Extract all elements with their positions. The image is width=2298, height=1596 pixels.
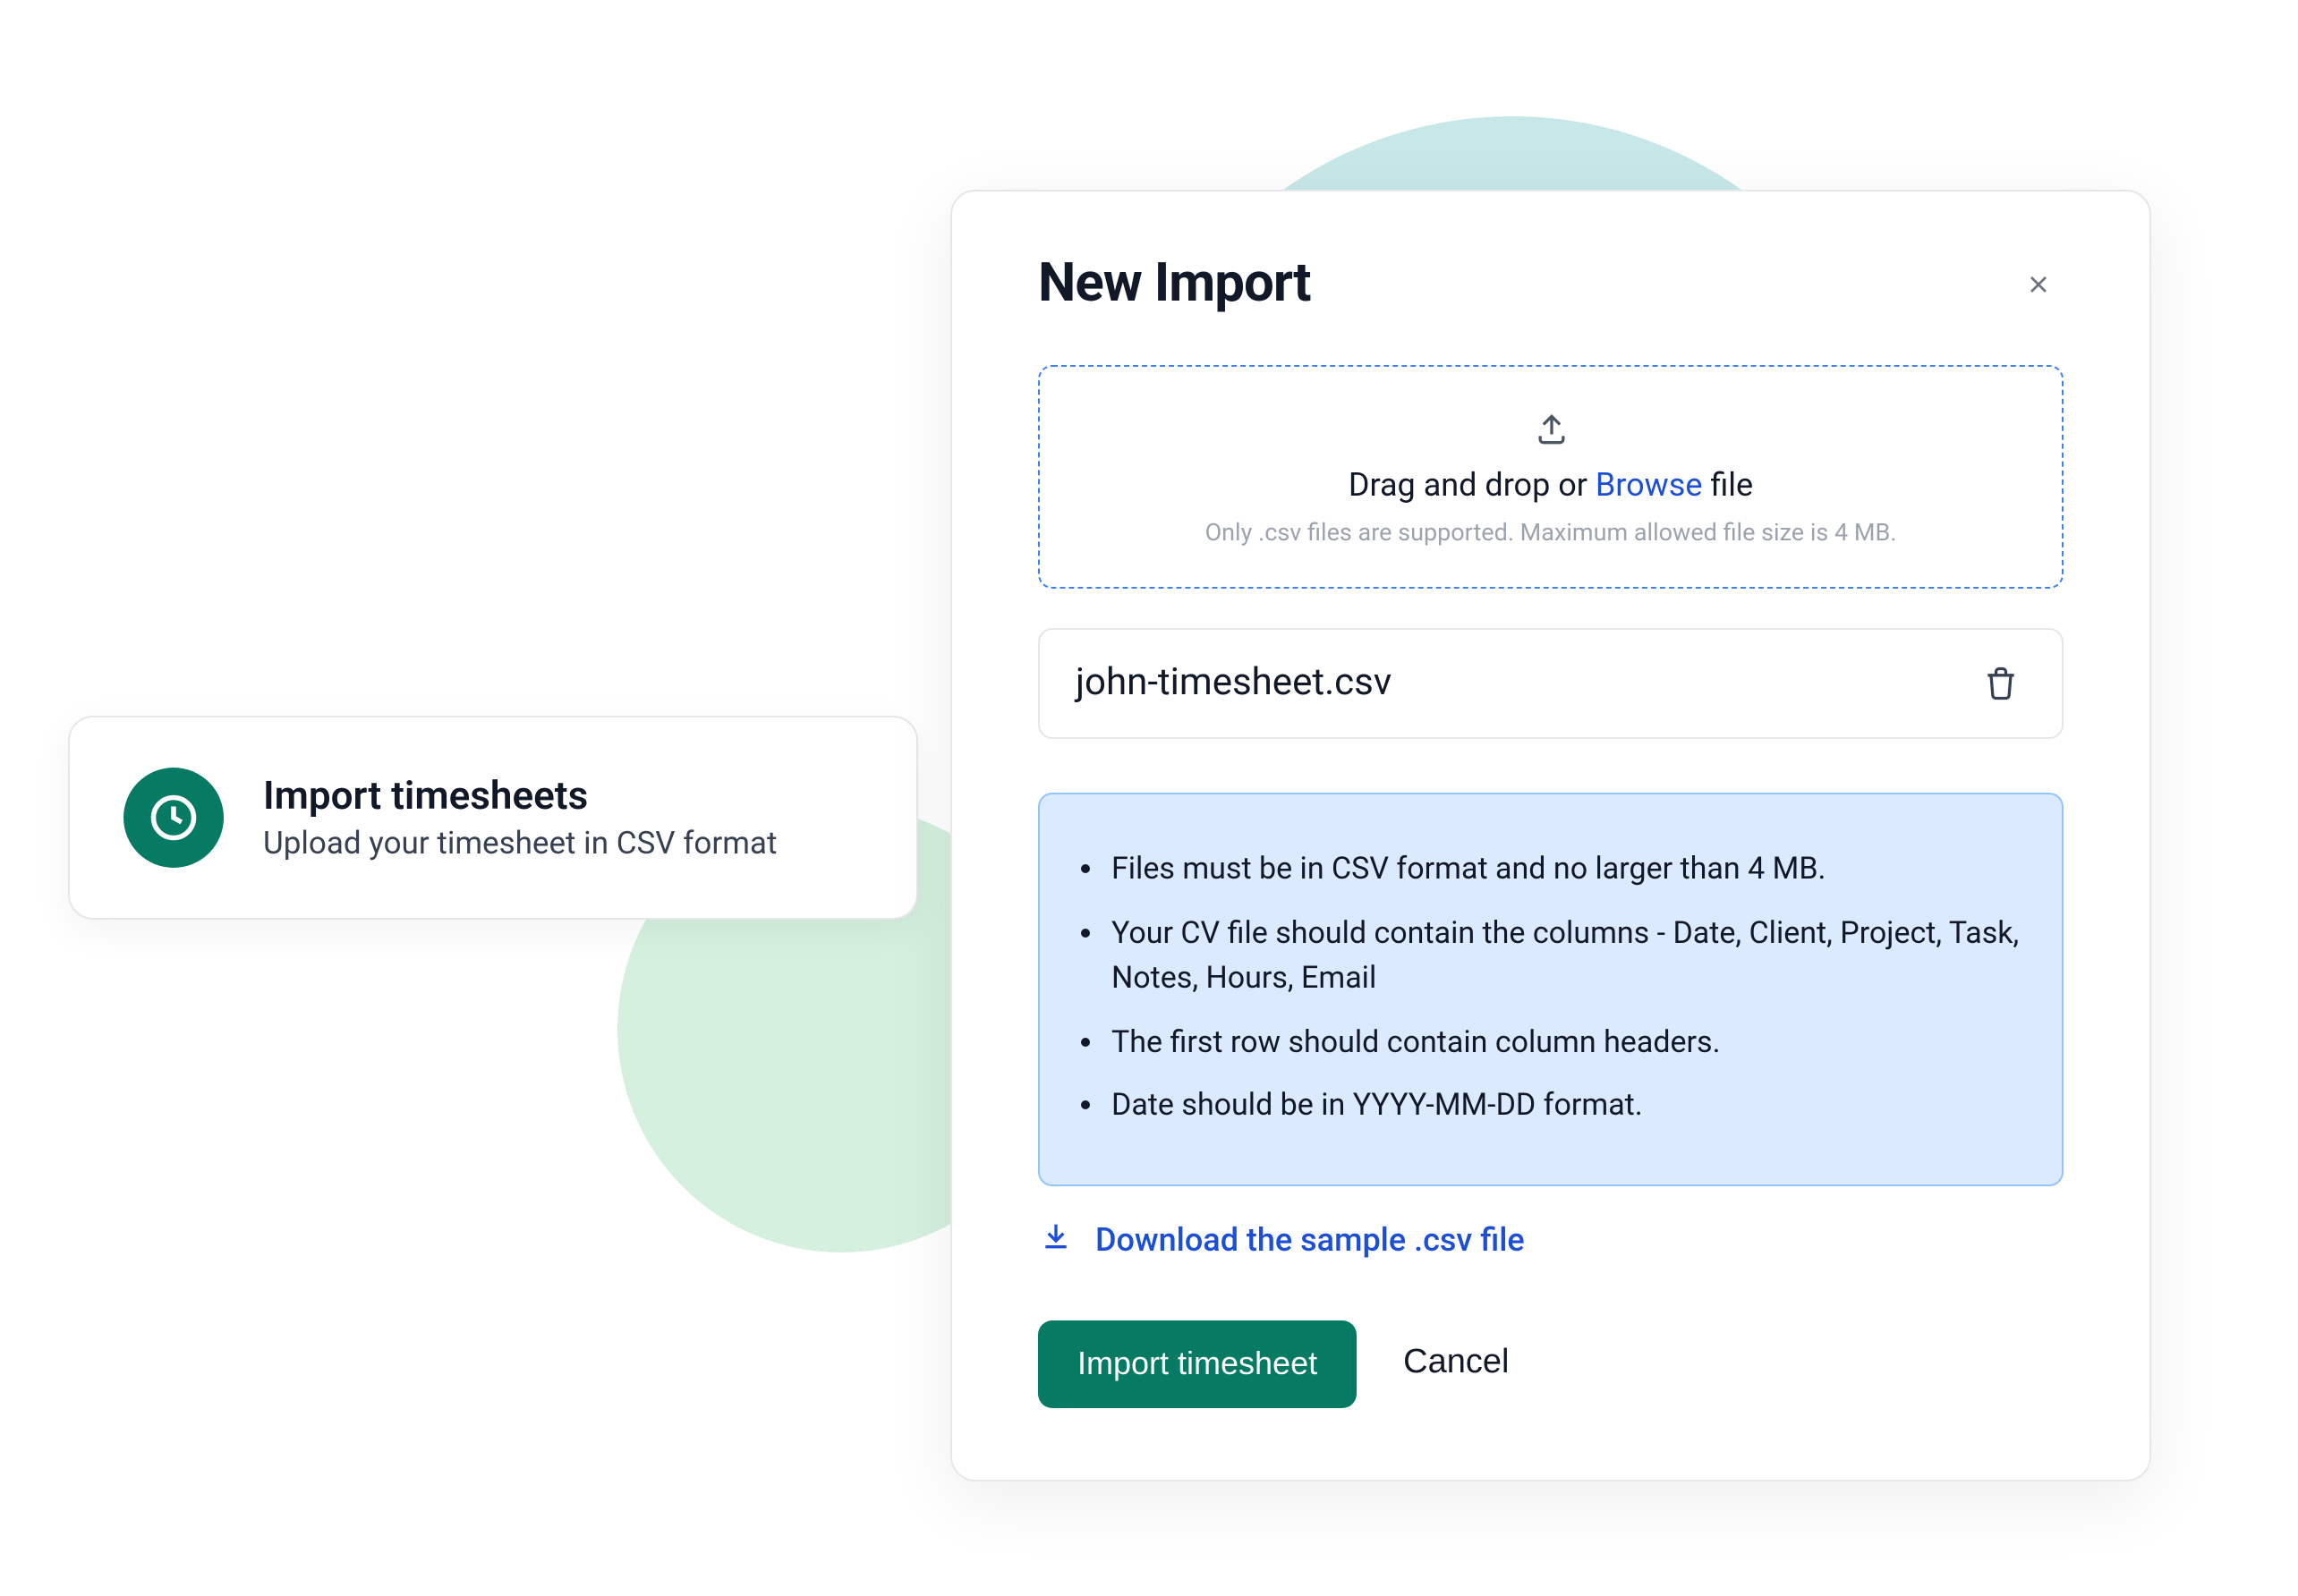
download-label: Download the sample .csv file xyxy=(1095,1221,1525,1259)
browse-link[interactable]: Browse xyxy=(1596,467,1703,505)
dropzone-text: Drag and drop or Browse file xyxy=(1076,467,2026,505)
import-timesheet-button[interactable]: Import timesheet xyxy=(1038,1320,1357,1407)
card-subtitle: Upload your timesheet in CSV format xyxy=(263,826,777,862)
info-item: The first row should contain column head… xyxy=(1111,1021,2026,1066)
file-dropzone[interactable]: Drag and drop or Browse file Only .csv f… xyxy=(1038,365,2064,589)
dropzone-suffix: file xyxy=(1702,467,1753,505)
clock-icon xyxy=(123,768,224,868)
file-name: john-timesheet.csv xyxy=(1076,662,1392,705)
dropzone-prefix: Drag and drop or xyxy=(1349,467,1596,505)
cancel-button[interactable]: Cancel xyxy=(1403,1344,1509,1383)
download-sample-link[interactable]: Download the sample .csv file xyxy=(1038,1218,2064,1262)
info-box: Files must be in CSV format and no large… xyxy=(1038,793,2064,1185)
import-timesheets-card[interactable]: Import timesheets Upload your timesheet … xyxy=(68,716,918,920)
card-title: Import timesheets xyxy=(263,774,777,819)
delete-file-button[interactable] xyxy=(1976,658,2026,709)
modal-title: New Import xyxy=(1038,252,1311,315)
info-item: Your CV file should contain the columns … xyxy=(1111,912,2026,1003)
info-item: Files must be in CSV format and no large… xyxy=(1111,848,2026,894)
download-icon xyxy=(1038,1218,1074,1262)
card-text: Import timesheets Upload your timesheet … xyxy=(263,774,777,862)
dropzone-hint: Only .csv files are supported. Maximum a… xyxy=(1076,519,2026,548)
close-button[interactable] xyxy=(2013,259,2064,309)
upload-icon xyxy=(1076,410,2026,449)
info-item: Date should be in YYYY-MM-DD format. xyxy=(1111,1084,2026,1130)
uploaded-file-row: john-timesheet.csv xyxy=(1038,628,2064,739)
new-import-modal: New Import Drag and drop or Browse file … xyxy=(950,190,2151,1481)
button-row: Import timesheet Cancel xyxy=(1038,1320,2064,1407)
info-list: Files must be in CSV format and no large… xyxy=(1051,848,2026,1130)
